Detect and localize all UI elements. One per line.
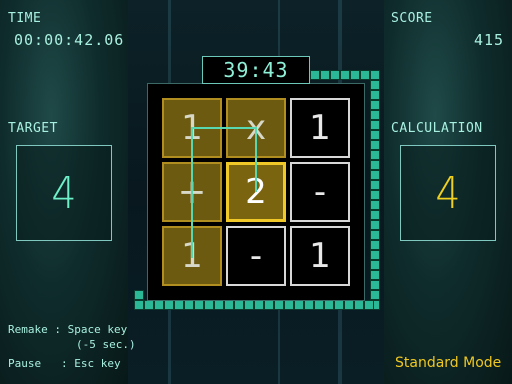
countdown-timer: 39:43 — [202, 56, 310, 84]
path-line — [191, 127, 257, 258]
